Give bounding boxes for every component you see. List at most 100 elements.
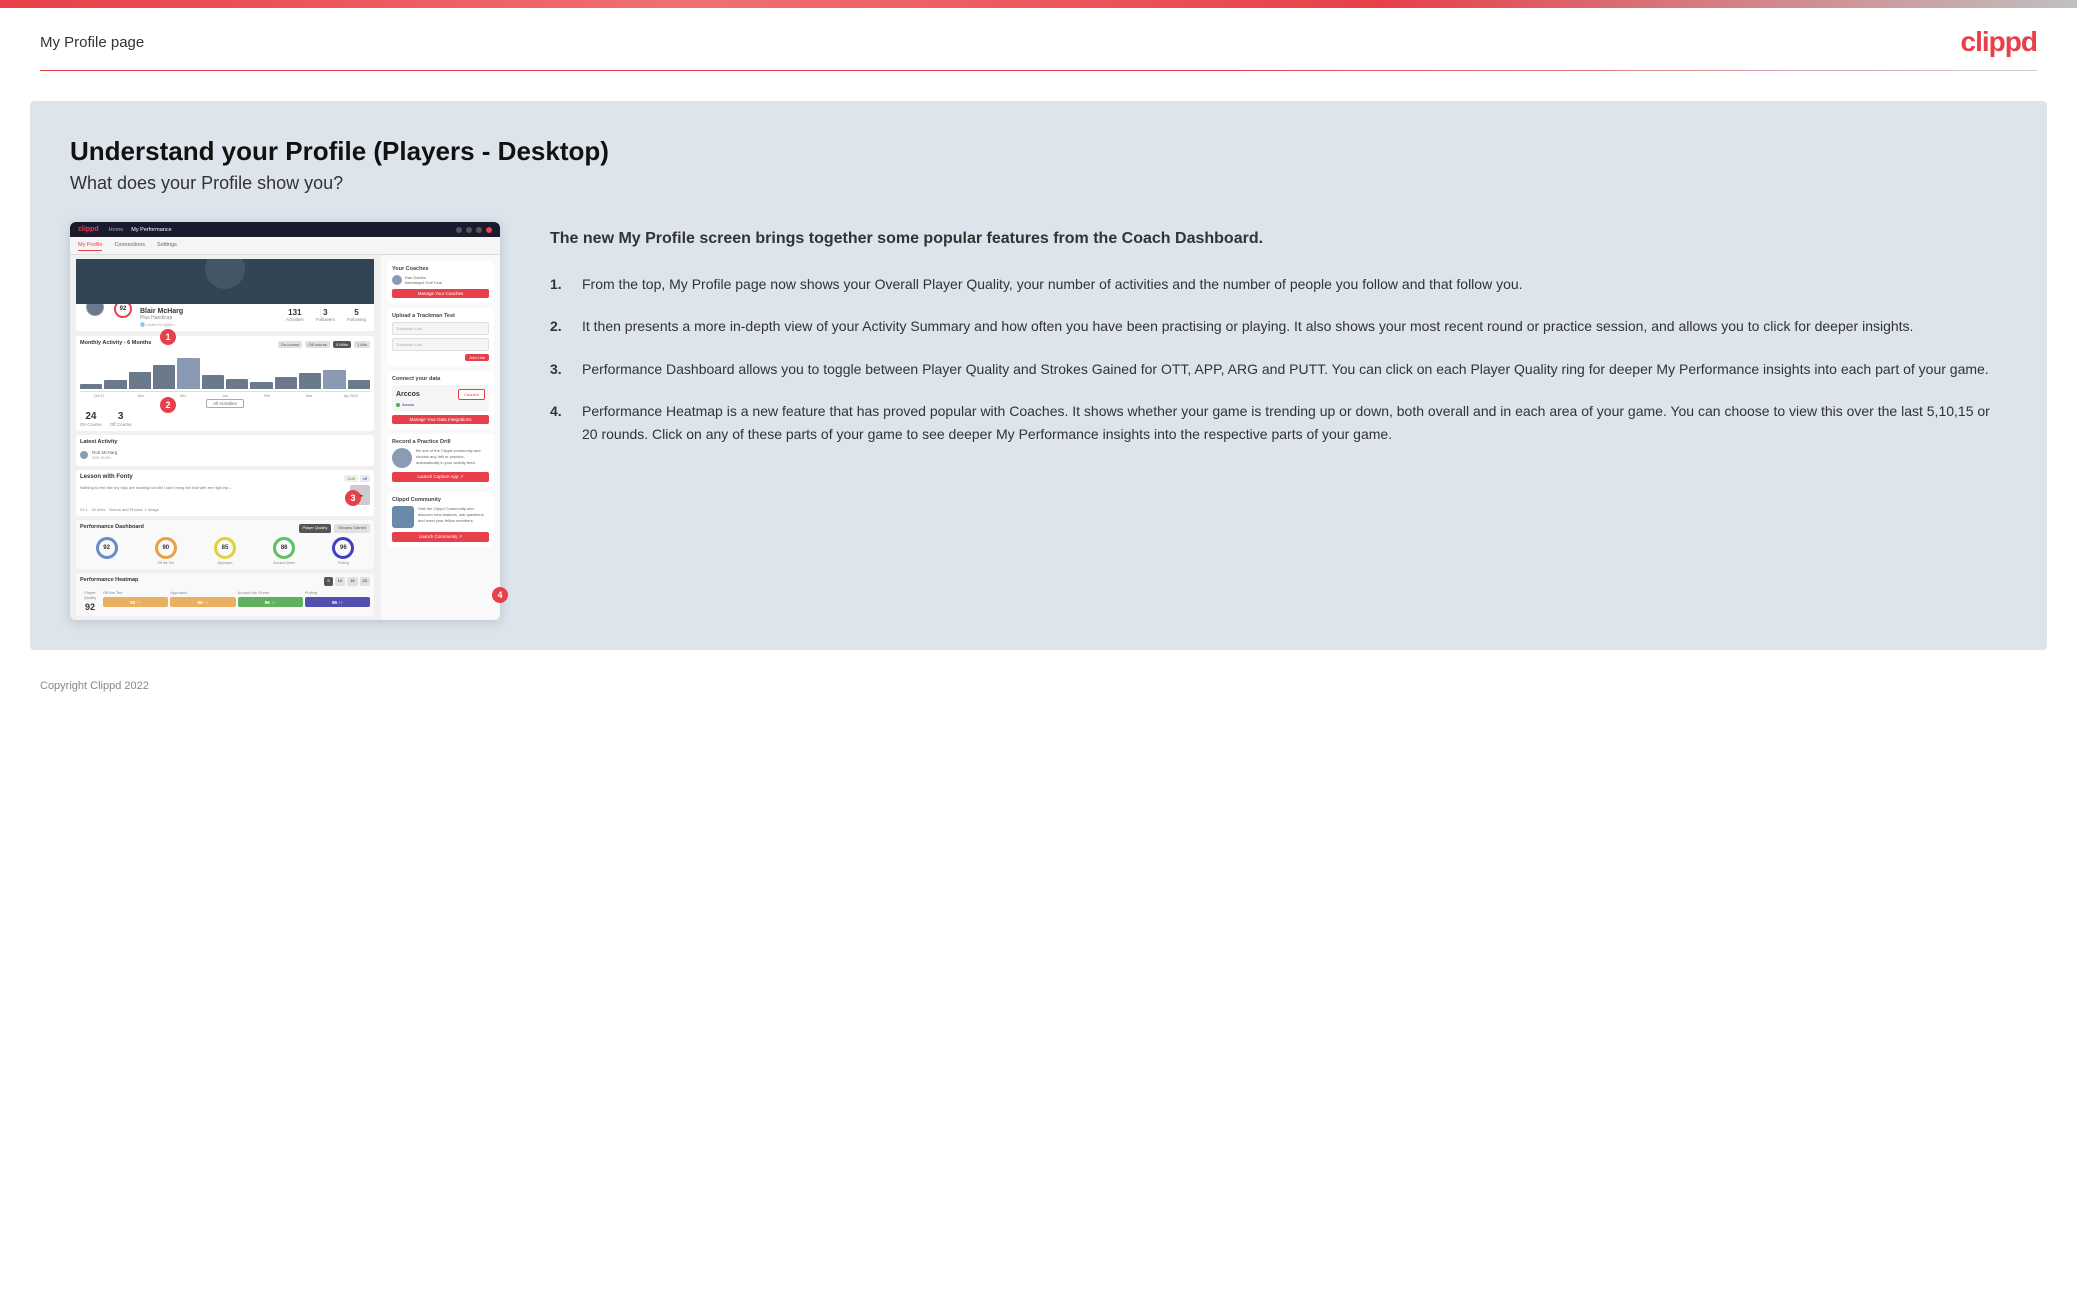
right-intro: The new My Profile screen brings togethe… [550, 227, 2007, 251]
mockup-heatmap-putt-label: Putting [305, 590, 370, 595]
mockup-arccos-connect-btn[interactable]: Connect [458, 389, 485, 400]
mockup-ring-putt-circle: 96 [332, 537, 354, 559]
mockup-heatmap-20[interactable]: 20 [360, 577, 370, 586]
list-item-2-num: 2. [550, 315, 570, 337]
mockup-bar-chart [80, 352, 370, 392]
step-badge-3: 3 [345, 490, 361, 506]
mockup-heatmap-arg-label: Around the Green [238, 590, 303, 595]
main-content: Understand your Profile (Players - Deskt… [30, 101, 2047, 650]
mockup-trackman-add: Add Link [392, 354, 489, 361]
mockup-coach-row: Dan Davies Barnstapol Golf Club [392, 275, 489, 285]
copyright: Copyright Clippd 2022 [40, 680, 149, 692]
mockup-stat-followers: 3 Followers [316, 308, 335, 322]
mockup-heatmap-5[interactable]: 5 [324, 577, 332, 586]
mockup-toggle-pq[interactable]: Player Quality [299, 524, 332, 533]
mockup-subnav: My Profile Connections Settings [70, 237, 500, 255]
mockup-body: 92 Blair McHarg Plus Handicap 🌐 United K… [70, 255, 500, 620]
mockup-stat-activities: 131 Activities [286, 308, 304, 322]
mockup-launch-capture-btn[interactable]: Launch Capture App ↗ [392, 472, 489, 482]
mockup-lesson-tag-1: Golf [344, 475, 357, 482]
mockup-heatmap-content: Player Quality 92 Off the Tee 90 ↑↑ [80, 590, 370, 612]
mockup-trackman-link-input[interactable]: Trackman Link [392, 338, 489, 351]
mockup-activity-name: Rob McHargsee more [92, 450, 117, 460]
list-item-2-text: It then presents a more in-depth view of… [582, 315, 1913, 337]
mockup-activity-row: Rob McHargsee more [80, 448, 370, 462]
mockup-location: 🌐 United Kingdom [140, 322, 278, 327]
mockup-screenshot: 1 2 3 4 clippd Home My Performance [70, 222, 500, 620]
mockup-profile-info: Blair McHarg Plus Handicap 🌐 United King… [140, 308, 278, 327]
mockup-chart-label-7: Apr 2022 [332, 394, 370, 398]
clippd-logo: clippd [1961, 26, 2037, 58]
mockup-ring-putt: 96 Putting [332, 537, 354, 565]
mockup-subnav-connections: Connections [114, 240, 145, 251]
mockup-connected-text: Arccos [402, 402, 414, 407]
mockup-community-text: Visit the Clippd Community and discover … [418, 506, 489, 524]
mockup-nav-right [456, 227, 492, 233]
mockup-hero-image [76, 259, 374, 304]
mockup-bar-2 [104, 380, 126, 389]
mockup-connected-dot [396, 403, 400, 407]
mockup-arccos-card: Arccos Connect Arccos [392, 385, 489, 411]
mockup-arccos-logo: Arccos [396, 391, 420, 398]
mockup-add-btn[interactable]: Add Link [465, 354, 489, 361]
mockup-activity-header: Monthly Activity - 6 Months On-course Of… [80, 340, 370, 349]
page-title: My Profile page [40, 34, 144, 51]
mockup-chart-label-4: Jan [206, 394, 244, 398]
page-subheading: What does your Profile show you? [70, 173, 2007, 194]
mockup-ring-arg: 86 Around Green [273, 537, 295, 565]
mockup-trackman-title: Upload a Trackman Test [392, 313, 489, 319]
mockup-latest-activity: Latest Activity Rob McHargsee more [76, 435, 374, 466]
mockup-rings-row: 92 90 Off the Tee 85 Ap [80, 537, 370, 565]
header: My Profile page clippd [0, 8, 2077, 70]
mockup-ring-arg-circle: 86 [273, 537, 295, 559]
right-col: The new My Profile screen brings togethe… [550, 222, 2007, 465]
mockup-perf-dashboard: Performance Dashboard Player Quality Str… [76, 520, 374, 569]
mockup-heatmap-title: Performance Heatmap [80, 577, 138, 583]
mockup-launch-community-btn[interactable]: Launch Community ↗ [392, 532, 489, 542]
mockup-nav-home: Home [109, 227, 124, 233]
mockup-nav-logo: clippd [78, 226, 99, 233]
mockup-chart-labels: Oct 21 Nov Dec Jan Feb Mar Apr 2022 [80, 394, 370, 398]
mockup-community-title: Clippd Community [392, 497, 489, 503]
mockup-manage-coaches-btn[interactable]: Manage Your Coaches [392, 289, 489, 298]
mockup-left-panel: 92 Blair McHarg Plus Handicap 🌐 United K… [70, 255, 380, 620]
mockup-coach-avatar [392, 275, 402, 285]
mockup-toggle-sg[interactable]: Strokes Gained [334, 524, 370, 533]
mockup-drill-text: Be one of the Clippd community and choos… [416, 448, 489, 466]
mockup-community-section: Clippd Community Visit the Clippd Commun… [387, 492, 494, 547]
mockup-heatmap-header: Performance Heatmap 5 10 15 20 [80, 577, 370, 586]
mockup-followers-val: 3 [316, 308, 335, 317]
mockup-nav-performance: My Performance [131, 227, 171, 233]
mockup-arccos-row: Arccos Connect [396, 389, 485, 400]
mockup-connect-section: Connect your data Arccos Connect Arccos [387, 371, 494, 429]
mockup-filter-5mths: 5 Mths [333, 341, 351, 348]
mockup-data-integrations-btn[interactable]: Manage Your Data Integrations [392, 415, 489, 424]
mockup-following-label: Following [347, 317, 366, 322]
mockup-ring-overall: 92 [96, 537, 118, 565]
mockup-filter-1mth: 1 Mth [354, 341, 370, 348]
mockup-coach-club: Barnstapol Golf Club [405, 280, 442, 285]
mockup-lesson-tag-2: off [360, 475, 370, 482]
list-item-3-text: Performance Dashboard allows you to togg… [582, 358, 1989, 380]
step-badge-4: 4 [492, 587, 508, 603]
mockup-filter-oncourse: On-course [278, 341, 303, 348]
mockup-oncourse-stat: 24 On Course [80, 411, 102, 427]
list-item-1-text: From the top, My Profile page now shows … [582, 273, 1523, 295]
mockup-trackman-input[interactable]: Trackman Link [392, 322, 489, 335]
mockup-subnav-settings: Settings [157, 240, 177, 251]
mockup-ring-app-circle: 85 [214, 537, 236, 559]
mockup-heatmap-15[interactable]: 15 [347, 577, 357, 586]
mockup-offcourse-label: Off Course [110, 422, 132, 427]
mockup-lesson-card: Lesson with Fonty Golf off Nothing to fe… [76, 470, 374, 516]
mockup-offcourse-stat: 3 Off Course [110, 411, 132, 427]
mockup-bar-10 [299, 373, 321, 389]
mockup-drill-section: Record a Practice Drill Be one of the Cl… [387, 434, 494, 487]
list-item-1: 1. From the top, My Profile page now sho… [550, 273, 2007, 295]
mockup-lesson-meta: 01:1 - 30 mins Videos and Photos: 1 Imag… [80, 507, 370, 512]
mockup-heatmap-10[interactable]: 10 [335, 577, 345, 586]
mockup-user-icon [486, 227, 492, 233]
mockup-activities-label: Activities [286, 317, 304, 322]
mockup-ring-putt-label: Putting [338, 561, 349, 565]
mockup-heatmap-overall-val: 92 [80, 602, 100, 612]
mockup-all-activities-btn[interactable]: All Activities [80, 401, 370, 407]
